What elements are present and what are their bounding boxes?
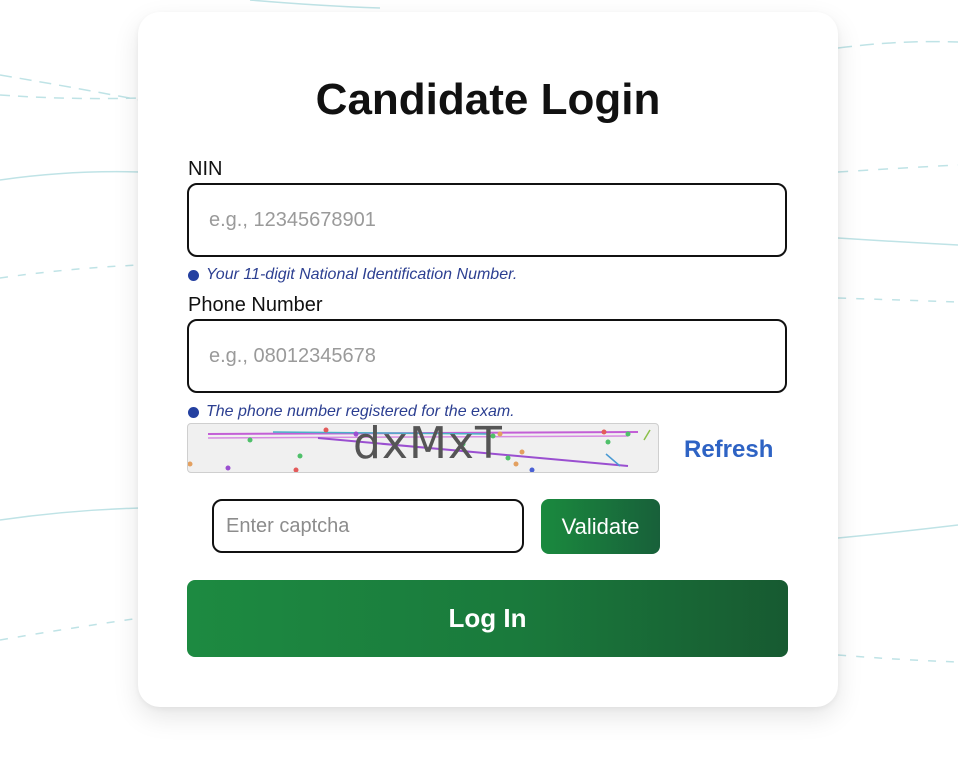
login-card: Candidate Login NIN Your 11-digit Nation… xyxy=(138,12,838,707)
bullet-icon xyxy=(188,406,199,418)
phone-label: Phone Number xyxy=(188,294,323,316)
captcha-image: dxMxT xyxy=(187,423,659,473)
refresh-captcha-link[interactable]: Refresh xyxy=(684,436,773,464)
validate-button[interactable]: Validate xyxy=(541,499,660,554)
page-title: Candidate Login xyxy=(315,75,661,124)
nin-input[interactable] xyxy=(187,183,787,257)
login-button[interactable]: Log In xyxy=(187,580,788,657)
nin-hint-text: Your 11-digit National Identification Nu… xyxy=(206,266,518,283)
phone-hint-text: The phone number registered for the exam… xyxy=(206,403,515,420)
phone-hint: The phone number registered for the exam… xyxy=(188,402,515,422)
nin-hint: Your 11-digit National Identification Nu… xyxy=(188,265,517,285)
captcha-input[interactable] xyxy=(212,499,524,553)
bullet-icon xyxy=(188,269,199,281)
nin-label: NIN xyxy=(188,158,223,180)
phone-input[interactable] xyxy=(187,319,787,393)
captcha-text: dxMxT xyxy=(353,423,503,469)
